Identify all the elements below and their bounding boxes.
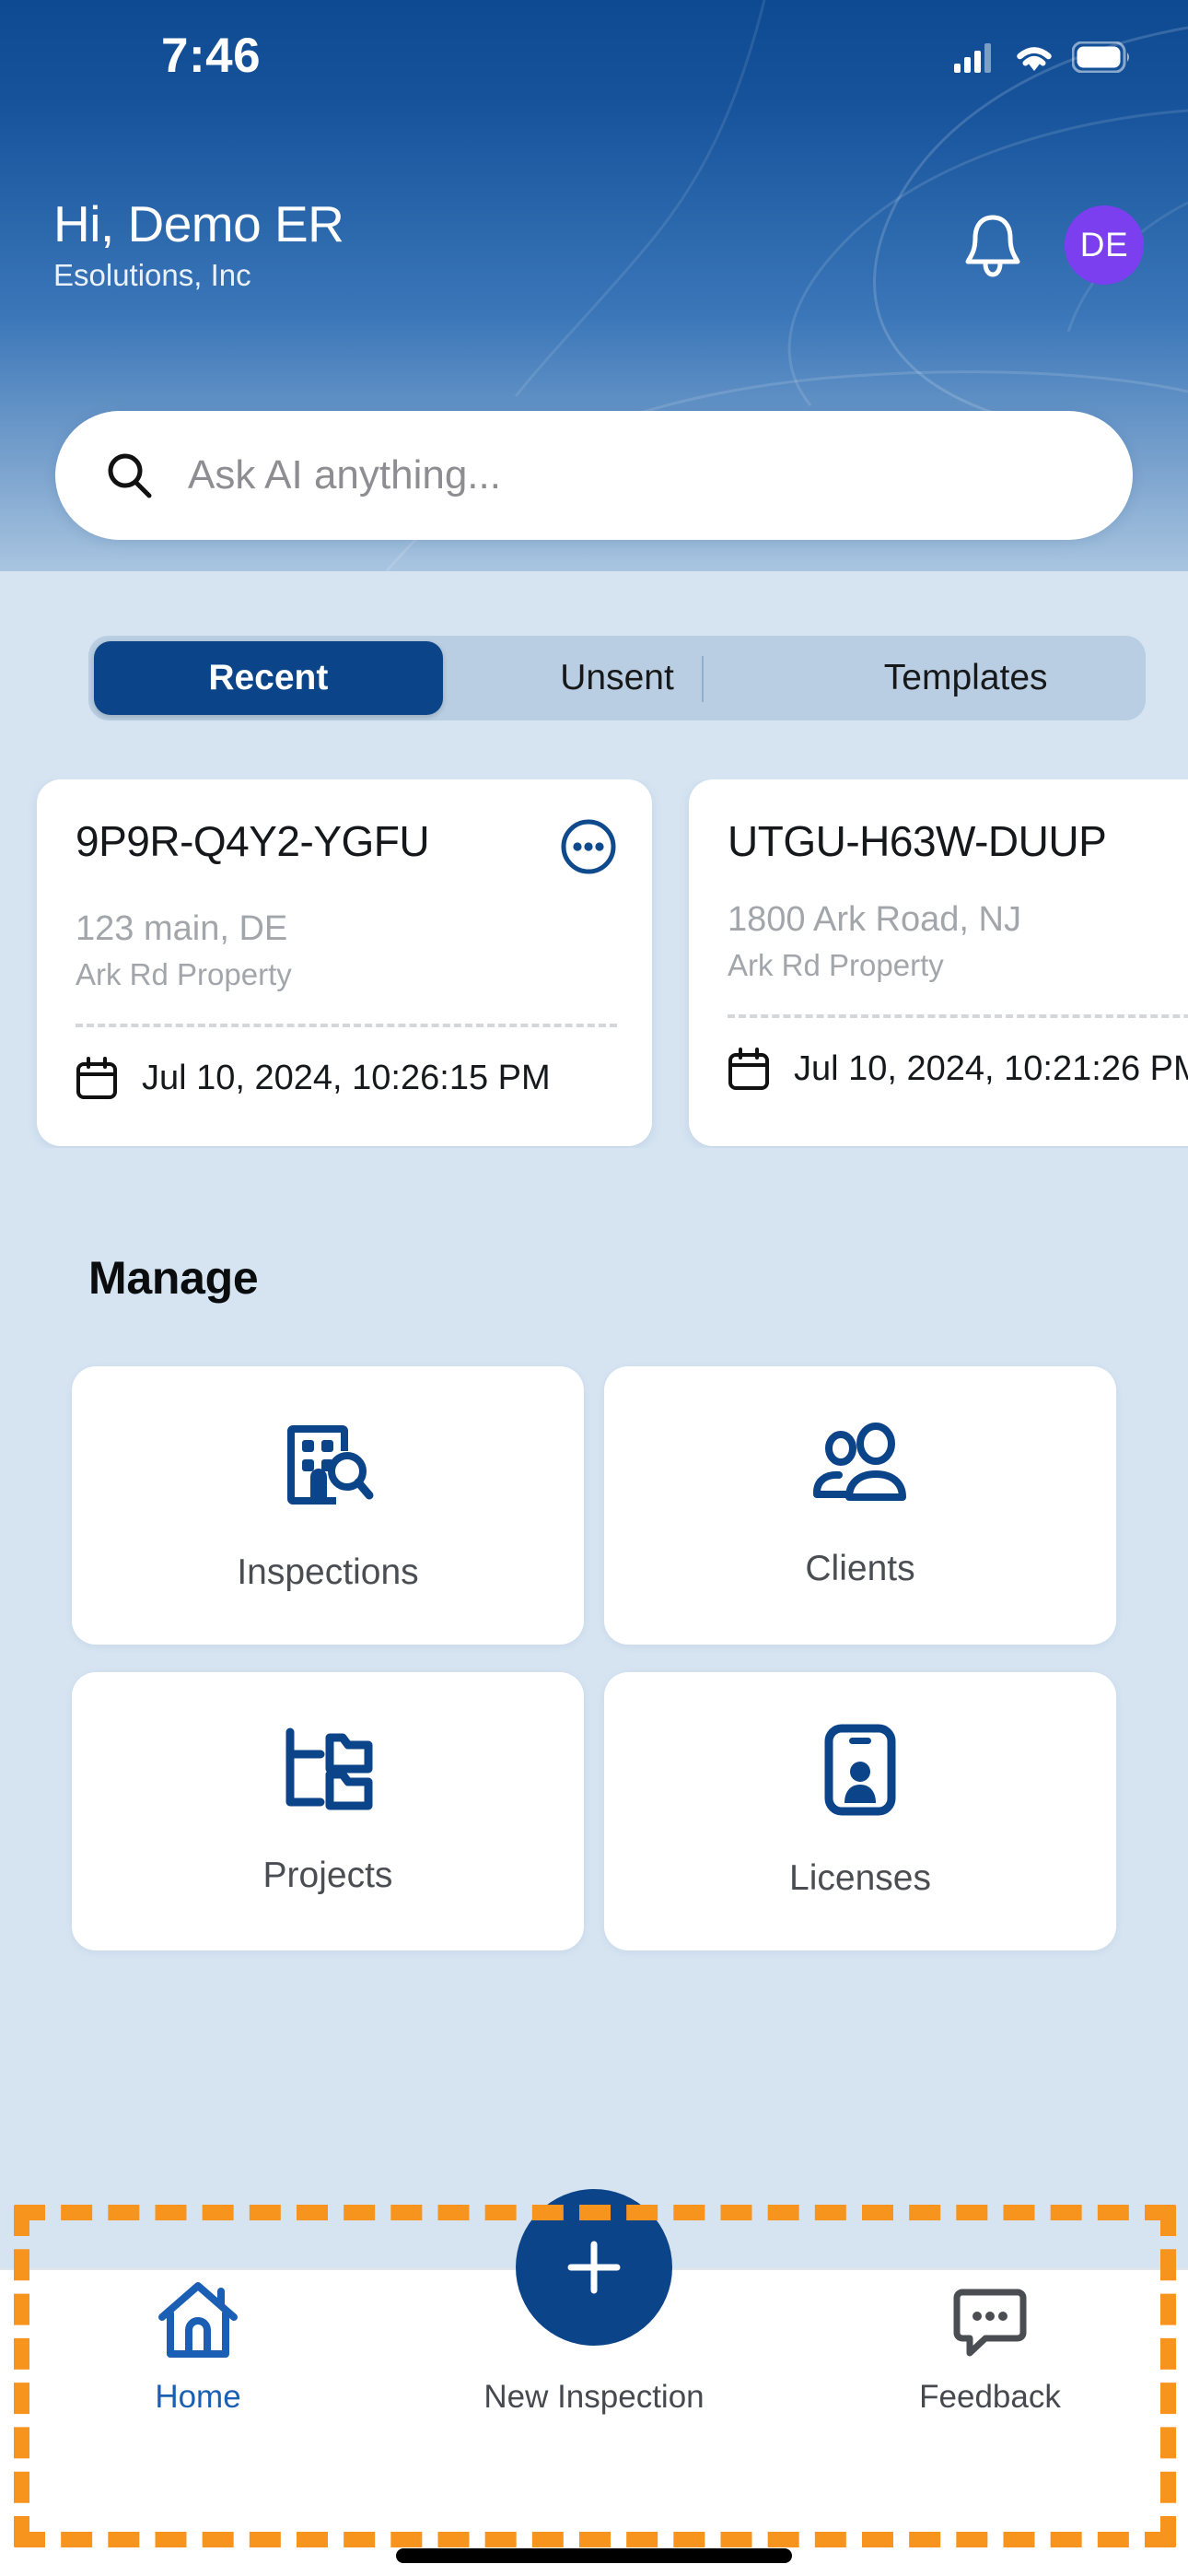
inspection-code: 9P9R-Q4Y2-YGFU: [76, 817, 430, 865]
avatar-initials: DE: [1079, 226, 1129, 264]
cellular-signal-icon: [954, 43, 991, 73]
house-icon: [158, 2282, 238, 2358]
tab-unsent-label: Unsent: [560, 658, 674, 697]
chat-bubble-icon: [953, 2289, 1027, 2357]
card-options-button[interactable]: [560, 818, 617, 875]
tab-templates[interactable]: Templates: [791, 641, 1140, 715]
tab-unsent[interactable]: Unsent: [443, 641, 792, 715]
status-bar-time: 7:46: [161, 28, 262, 83]
tab-recent[interactable]: Recent: [94, 641, 443, 715]
home-indicator: [396, 2548, 792, 2563]
manage-tile-projects[interactable]: Projects: [72, 1672, 584, 1950]
manage-grid: Inspections Clients Projects Licenses: [72, 1366, 1116, 1950]
building-search-icon: [287, 1425, 374, 1505]
search-input[interactable]: Ask AI anything...: [55, 411, 1133, 540]
manage-tile-label: Licenses: [789, 1858, 931, 1898]
company-name: Esolutions, Inc: [53, 257, 251, 292]
nav-label-new-inspection: New Inspection: [483, 2379, 705, 2415]
id-card-icon: [824, 1724, 896, 1816]
folder-tree-icon: [285, 1727, 373, 1810]
inspection-card[interactable]: 9P9R-Q4Y2-YGFU 123 main, DE Ark Rd Prope…: [37, 779, 652, 1146]
tab-divider: [702, 656, 704, 702]
greeting-title: Hi, Demo ER: [53, 195, 344, 252]
people-icon: [813, 1423, 906, 1501]
manage-tile-label: Projects: [262, 1856, 393, 1895]
nav-item-home[interactable]: Home: [0, 2270, 396, 2416]
manage-tile-label: Inspections: [237, 1552, 419, 1592]
segmented-tabs: Recent Unsent Templates: [88, 636, 1146, 720]
manage-section-title: Manage: [88, 1252, 259, 1304]
card-divider: [728, 1013, 1188, 1018]
inspection-code: UTGU-H63W-DUUP: [728, 817, 1107, 865]
notifications-button[interactable]: [956, 208, 1030, 282]
bottom-navigation-bar: Home New Inspection Feedback: [0, 2189, 1188, 2576]
manage-tile-clients[interactable]: Clients: [604, 1366, 1116, 1645]
inspection-card[interactable]: UTGU-H63W-DUUP 1800 Ark Road, NJ Ark Rd …: [689, 779, 1188, 1146]
manage-tile-inspections[interactable]: Inspections: [72, 1366, 584, 1645]
bell-icon: [965, 215, 1020, 277]
search-placeholder: Ask AI anything...: [188, 452, 501, 498]
manage-tile-licenses[interactable]: Licenses: [604, 1672, 1116, 1950]
battery-icon: [1072, 41, 1129, 73]
calendar-icon: [76, 1056, 117, 1099]
tab-recent-label: Recent: [208, 658, 329, 697]
manage-tile-label: Clients: [805, 1549, 915, 1588]
nav-item-feedback[interactable]: Feedback: [792, 2270, 1188, 2416]
plus-icon: [567, 2241, 621, 2294]
greeting-row: Hi, Demo ER Esolutions, Inc DE: [0, 195, 1188, 292]
inspection-date: Jul 10, 2024, 10:26:15 PM: [142, 1059, 551, 1098]
nav-label-home: Home: [155, 2379, 241, 2415]
tab-templates-label: Templates: [883, 658, 1048, 697]
inspection-date: Jul 10, 2024, 10:21:26 PM: [794, 1049, 1188, 1089]
inspection-address: 1800 Ark Road, NJ: [728, 900, 1021, 939]
nav-label-feedback: Feedback: [919, 2379, 1061, 2415]
inspection-property: Ark Rd Property: [728, 947, 944, 982]
new-inspection-fab[interactable]: [516, 2189, 672, 2346]
nav-item-new-inspection[interactable]: New Inspection: [396, 2189, 792, 2416]
status-bar: 7:46: [0, 0, 1188, 111]
inspection-property: Ark Rd Property: [76, 956, 292, 991]
avatar[interactable]: DE: [1065, 205, 1144, 286]
more-options-icon: [561, 819, 616, 874]
card-divider: [76, 1023, 617, 1027]
search-icon: [108, 453, 152, 498]
inspection-address: 123 main, DE: [76, 909, 288, 948]
app-header: 7:46 Hi, Demo ER Esolutions, Inc DE Ask …: [0, 0, 1188, 571]
recent-cards-carousel[interactable]: 9P9R-Q4Y2-YGFU 123 main, DE Ark Rd Prope…: [0, 779, 1188, 1148]
wifi-icon: [1017, 47, 1052, 71]
calendar-icon: [728, 1047, 769, 1090]
